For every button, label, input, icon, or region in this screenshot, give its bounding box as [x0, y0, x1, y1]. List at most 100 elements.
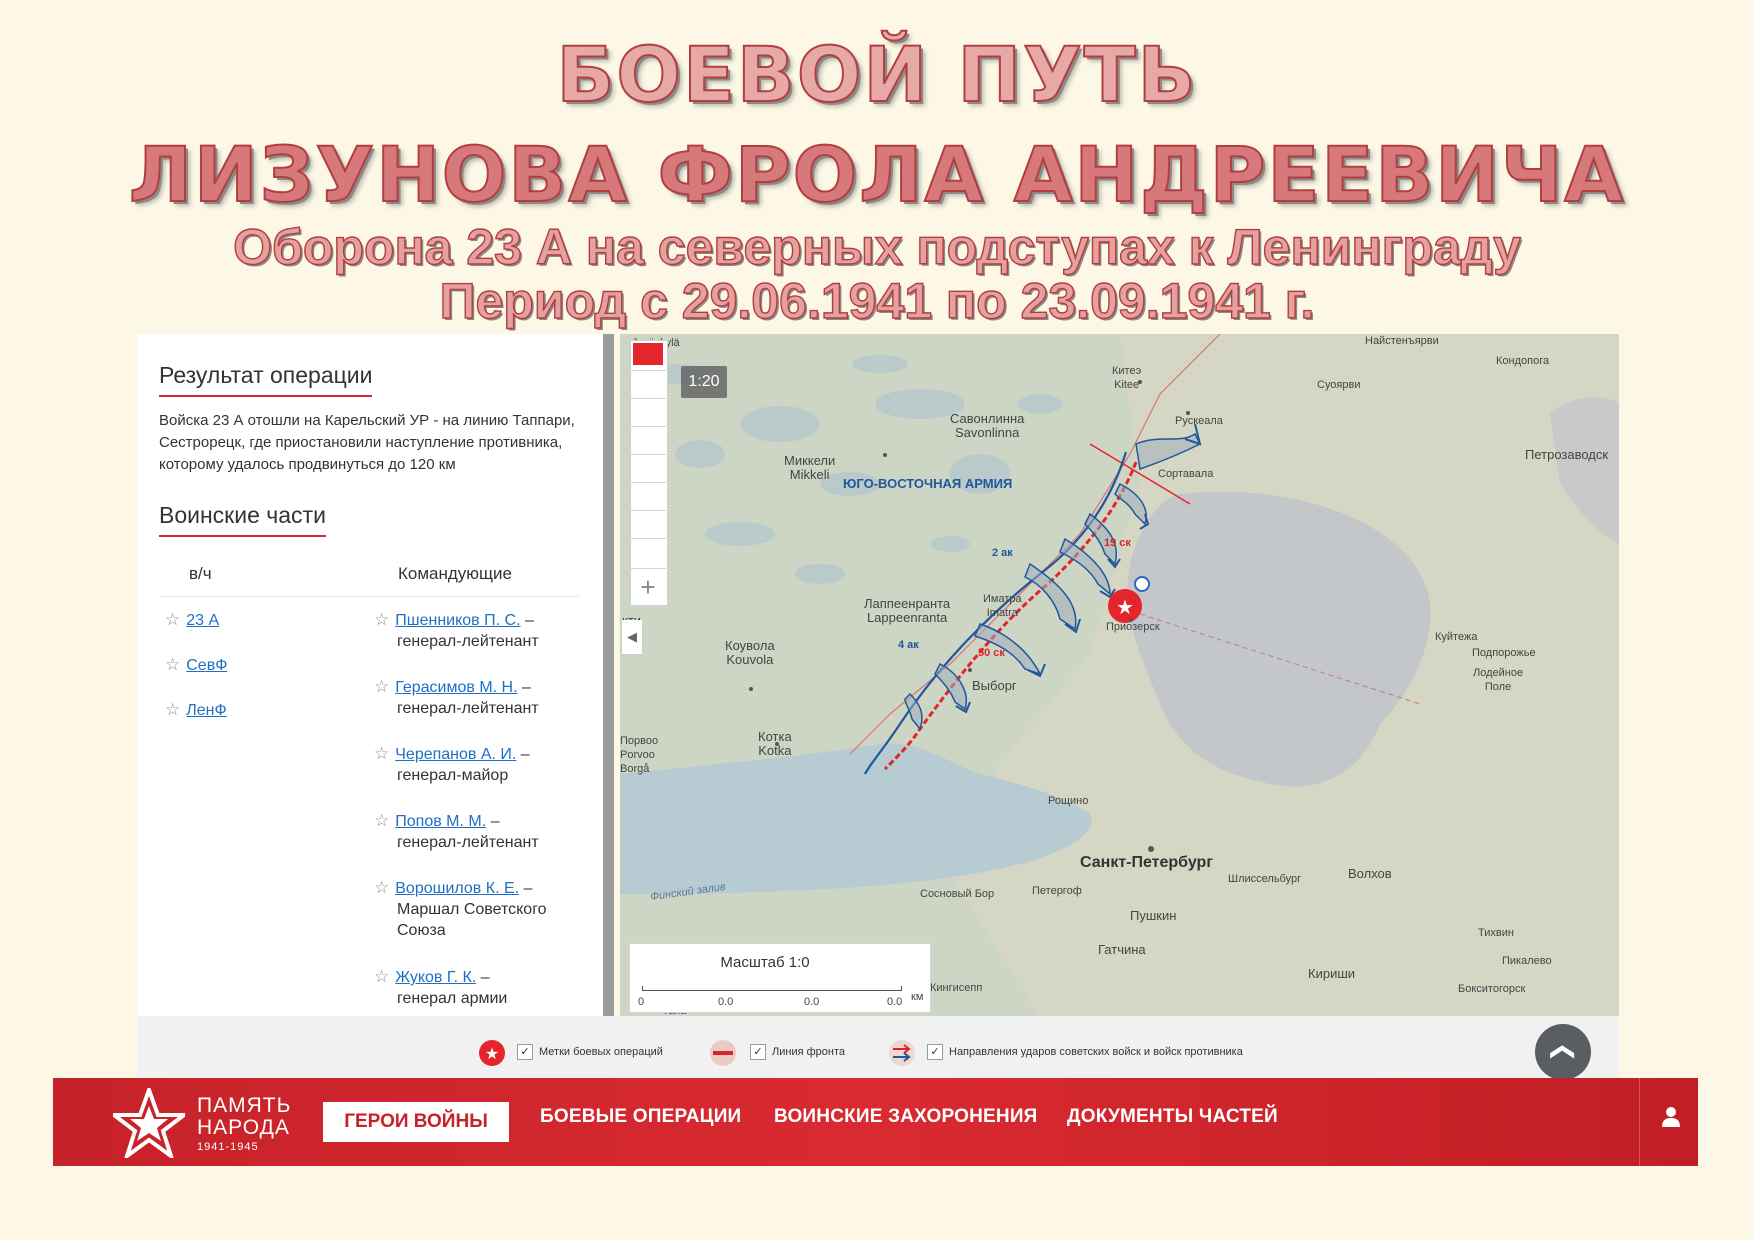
- subtitle-period: Период с 29.06.1941 по 23.09.1941 г.: [439, 272, 1315, 329]
- user-icon[interactable]: [1661, 1106, 1681, 1128]
- legend-ops[interactable]: ✓ Метки боевых операций: [517, 1044, 663, 1060]
- army-label: ЮГО-ВОСТОЧНАЯ АРМИЯ: [843, 476, 1013, 491]
- map-label-kuitezha: Куйтежа: [1435, 631, 1478, 643]
- site-navbar: ПАМЯТЬ НАРОДА 1941-1945 ГЕРОИ ВОЙНЫ БОЕВ…: [53, 1078, 1698, 1166]
- timeline-divider: [630, 568, 666, 569]
- shield-marker-icon[interactable]: [1134, 576, 1150, 592]
- nav-documents[interactable]: ДОКУМЕНТЫ ЧАСТЕЙ: [1067, 1106, 1278, 1128]
- commander-link[interactable]: Жуков Г. К.: [395, 969, 476, 986]
- map-label-priozersk: Приозерск: [1106, 621, 1160, 633]
- unit-link[interactable]: СевФ: [186, 657, 227, 674]
- units-section-title: Воинские части: [159, 502, 326, 537]
- timeline-divider: [630, 538, 666, 539]
- map-label-kondopoga: Кондопога: [1496, 355, 1550, 367]
- map-label-kingisepp: Кингисепп: [930, 982, 983, 994]
- favorite-star-icon[interactable]: ☆: [374, 811, 389, 830]
- map-label-porvoo: Порвоо Porvoo Borgå: [620, 735, 659, 775]
- favorite-star-icon[interactable]: ☆: [165, 700, 180, 719]
- scale-label: Масштаб 1:0: [720, 954, 810, 971]
- timeline-active-segment[interactable]: [633, 343, 663, 365]
- map-label-suojarvi: Суоярви: [1317, 379, 1361, 391]
- scale-tick: 0.0: [718, 996, 734, 1008]
- commander-item: ☆ Герасимов М. Н. – генерал-лейтенант: [374, 676, 584, 719]
- scale-unit: км: [911, 991, 924, 1003]
- scale-control: Масштаб 1:0 0 0.0 0.0 0.0 км: [629, 943, 931, 1013]
- panel-scrollbar[interactable]: [603, 334, 614, 1016]
- legend-directions-checkbox[interactable]: ✓: [927, 1044, 943, 1060]
- map-label-petergof: Петергоф: [1032, 885, 1082, 897]
- result-section-title: Результат операции: [159, 362, 373, 397]
- map-view[interactable]: ★ Jyväskylä Найстенъярви Китеэ Kitee Кон…: [620, 334, 1619, 1016]
- table-divider: [159, 596, 579, 597]
- commander-rank: генерал-лейтенант: [397, 633, 539, 650]
- map-label-petrozavodsk: Петрозаводск: [1525, 447, 1609, 462]
- commander-rank: генерал армии: [397, 990, 508, 1007]
- timeline-control[interactable]: [630, 340, 668, 606]
- unit-item: ☆ ЛенФ: [165, 699, 227, 721]
- legend-directions[interactable]: ✓ Направления ударов советских войск и во…: [927, 1044, 1243, 1060]
- legend-front-checkbox[interactable]: ✓: [750, 1044, 766, 1060]
- commander-link[interactable]: Ворошилов К. Е.: [395, 880, 519, 897]
- commander-link[interactable]: Герасимов М. Н.: [395, 679, 517, 696]
- map-label-pikalevo: Пикалево: [1502, 955, 1552, 967]
- zoom-in-button[interactable]: +: [630, 570, 666, 604]
- logo-text-line2: НАРОДА: [197, 1116, 290, 1139]
- map-label-shlisselburg: Шлиссельбург: [1228, 873, 1302, 885]
- title-line-2: ЛИЗУНОВА ФРОЛА АНДРЕЕВИЧА: [128, 129, 1626, 220]
- title-line-1: БОЕВОЙ ПУТЬ: [555, 29, 1198, 120]
- legend-directions-label: Направления ударов советских войск и вой…: [949, 1045, 1243, 1058]
- favorite-star-icon[interactable]: ☆: [374, 677, 389, 696]
- unit-item: ☆ 23 А: [165, 609, 219, 631]
- collapse-panel-icon[interactable]: ◀: [622, 620, 642, 654]
- map-label-savonlinna: Савонлинна Savonlinna: [950, 411, 1025, 440]
- scroll-to-top-button[interactable]: ❮: [1535, 1024, 1591, 1080]
- favorite-star-icon[interactable]: ☆: [165, 610, 180, 629]
- nav-burials[interactable]: ВОИНСКИЕ ЗАХОРОНЕНИЯ: [774, 1106, 1038, 1128]
- map-label-tikhvin: Тихвин: [1478, 927, 1514, 939]
- favorite-star-icon[interactable]: ☆: [374, 967, 389, 986]
- map-label-podporozhye: Подпорожье: [1472, 647, 1536, 659]
- logo-years: 1941-1945: [197, 1141, 259, 1153]
- nav-operations[interactable]: БОЕВЫЕ ОПЕРАЦИИ: [540, 1106, 741, 1128]
- unit-link[interactable]: 23 А: [186, 612, 219, 629]
- commander-dash: –: [520, 612, 534, 629]
- map-label-volkhov: Волхов: [1348, 866, 1392, 881]
- commander-link[interactable]: Пшенников П. С.: [395, 612, 520, 629]
- favorite-star-icon[interactable]: ☆: [374, 610, 389, 629]
- legend-front[interactable]: ✓ Линия фронта: [750, 1044, 845, 1060]
- commander-rank: генерал-майор: [397, 767, 509, 784]
- result-description: Войска 23 А отошли на Карельский УР - на…: [159, 412, 575, 473]
- commander-item: ☆ Пшенников П. С. – генерал-лейтенант: [374, 609, 584, 652]
- favorite-star-icon[interactable]: ☆: [374, 878, 389, 897]
- scale-tick: 0.0: [887, 996, 903, 1008]
- commander-item: ☆ Черепанов А. И. – генерал-майор: [374, 743, 584, 786]
- star-logo-icon[interactable]: [113, 1088, 185, 1158]
- commander-rank: Маршал Советского Союза: [397, 901, 547, 939]
- commander-rank: генерал-лейтенант: [397, 700, 539, 717]
- commander-link[interactable]: Попов М. М.: [395, 813, 486, 830]
- favorite-star-icon[interactable]: ☆: [165, 655, 180, 674]
- legend-ops-checkbox[interactable]: ✓: [517, 1044, 533, 1060]
- commander-dash: –: [519, 880, 533, 897]
- map-label-sortavala: Сортавала: [1158, 468, 1214, 480]
- map-label-naistenjarvi: Найстенъярви: [1365, 335, 1439, 347]
- map-label-sosnovy-bor: Сосновый Бор: [920, 888, 995, 900]
- commander-rank: генерал-лейтенант: [397, 834, 539, 851]
- directions-legend-icon: [889, 1040, 915, 1066]
- nav-heroes[interactable]: ГЕРОИ ВОЙНЫ: [323, 1102, 509, 1142]
- legend-front-label: Линия фронта: [772, 1045, 845, 1058]
- favorite-star-icon[interactable]: ☆: [374, 744, 389, 763]
- timeline-divider: [630, 398, 666, 399]
- unit-link[interactable]: ЛенФ: [186, 702, 226, 719]
- scale-tick: 0: [638, 996, 645, 1008]
- map-label-boksitogorsk: Бокситогорск: [1458, 983, 1526, 995]
- commander-dash: –: [476, 969, 490, 986]
- map-canvas: ★: [620, 334, 1619, 1016]
- column-header-unit: в/ч: [189, 564, 212, 583]
- commander-link[interactable]: Черепанов А. И.: [395, 746, 516, 763]
- operation-info-panel: Результат операции Войска 23 А отошли на…: [137, 334, 603, 1016]
- commander-dash: –: [516, 746, 530, 763]
- legend-ops-label: Метки боевых операций: [539, 1045, 663, 1058]
- chevron-up-icon: ❮: [1549, 1041, 1577, 1063]
- site-logo[interactable]: ПАМЯТЬ НАРОДА 1941-1945: [197, 1095, 291, 1155]
